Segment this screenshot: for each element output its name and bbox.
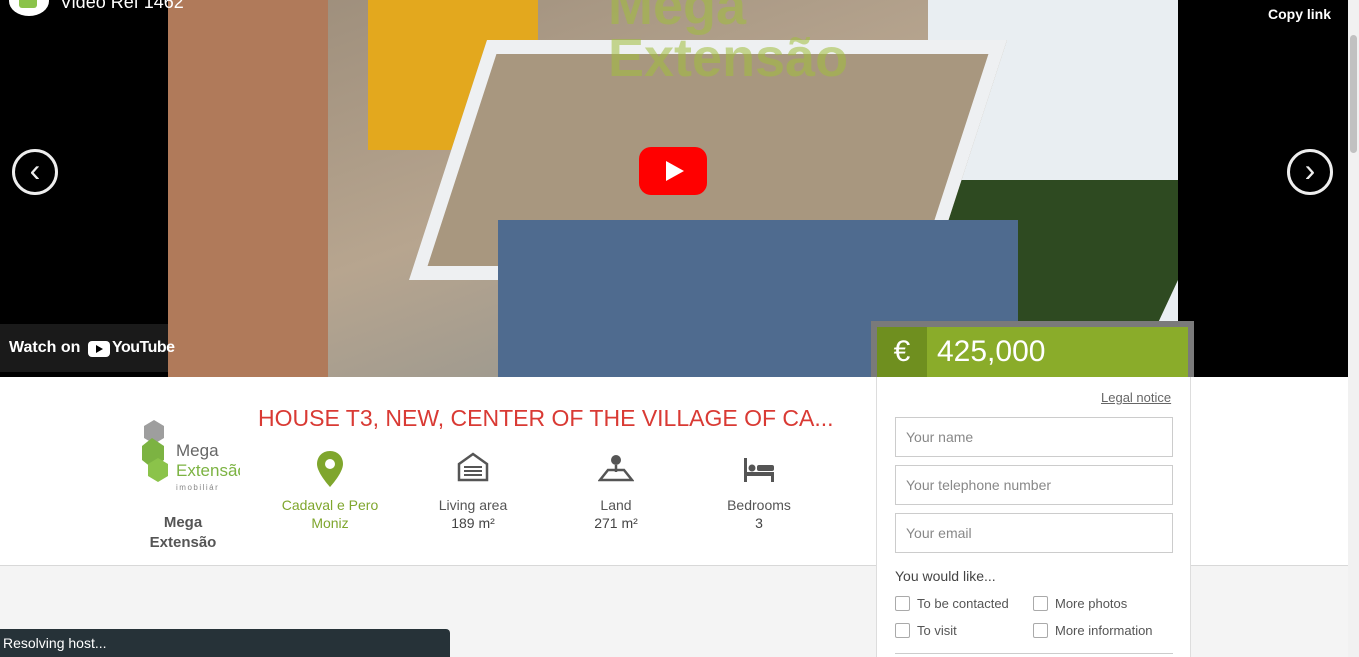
option-more-information[interactable]: More information [1033, 623, 1153, 638]
agency-logo[interactable]: Mega Extensão imobiliár [140, 418, 247, 498]
next-arrow-button[interactable]: › [1287, 149, 1333, 195]
price-bar: € 425,000 [871, 321, 1194, 377]
option-label: More information [1055, 623, 1153, 638]
video-title[interactable]: Video Ref 1462 [60, 0, 184, 13]
land-label: Land [600, 497, 632, 513]
option-to-be-contacted[interactable]: To be contacted [895, 596, 1009, 611]
youtube-wordmark: YouTube [112, 339, 175, 356]
bed-icon [744, 458, 774, 482]
browser-status-bar: Resolving host... [0, 629, 450, 657]
checkbox-icon[interactable] [895, 596, 910, 611]
telephone-input[interactable] [895, 465, 1173, 505]
chevron-left-icon: ‹ [29, 152, 41, 188]
logo-text-extensao: Extensão [176, 461, 240, 480]
channel-avatar[interactable] [9, 0, 49, 16]
feature-location[interactable]: Cadaval e Pero Moniz [270, 450, 390, 532]
option-to-visit[interactable]: To visit [895, 623, 957, 638]
option-label: More photos [1055, 596, 1128, 611]
bedrooms-label: Bedrooms [727, 497, 791, 513]
page-scrollbar[interactable] [1348, 0, 1359, 657]
checkbox-icon[interactable] [1033, 623, 1048, 638]
garage-icon [457, 452, 489, 482]
chevron-right-icon: › [1304, 152, 1316, 188]
land-value: 271 m² [594, 515, 638, 531]
frame-wall-left [168, 0, 328, 377]
listing-title: HOUSE T3, NEW, CENTER OF THE VILLAGE OF … [258, 405, 834, 431]
name-input[interactable] [895, 417, 1173, 457]
logo-text-imobiliaria: imobiliár [176, 483, 219, 492]
youtube-play-icon [88, 341, 110, 357]
email-input[interactable] [895, 513, 1173, 553]
contact-form: Legal notice You would like... To be con… [876, 377, 1191, 657]
play-button[interactable] [639, 147, 707, 195]
watermark-line2: Extensão [608, 28, 849, 88]
map-pin-icon [317, 451, 343, 487]
scrollbar-thumb[interactable] [1350, 35, 1357, 153]
next-field-edge [895, 653, 1173, 657]
feature-bedrooms: Bedrooms 3 [699, 450, 819, 532]
checkbox-icon[interactable] [1033, 596, 1048, 611]
logo-text-mega: Mega [176, 441, 219, 460]
legal-notice-link[interactable]: Legal notice [1101, 390, 1171, 405]
previous-arrow-button[interactable]: ‹ [12, 149, 58, 195]
option-more-photos[interactable]: More photos [1033, 596, 1127, 611]
watch-on-youtube-button[interactable]: Watch on YouTube [0, 324, 175, 372]
watch-on-label: Watch on [9, 339, 81, 356]
video-watermark: Mega Extensão [608, 0, 849, 88]
would-like-label: You would like... [895, 568, 996, 584]
copy-link-button[interactable]: Copy link [1268, 6, 1331, 22]
option-label: To be contacted [917, 596, 1009, 611]
bedrooms-value: 3 [755, 515, 763, 531]
living-area-value: 189 m² [451, 515, 495, 531]
feature-living-area: Living area 189 m² [413, 450, 533, 532]
feature-land: Land 271 m² [556, 450, 676, 532]
checkbox-icon[interactable] [895, 623, 910, 638]
agency-name[interactable]: Mega Extensão [133, 513, 233, 553]
price-amount: 425,000 [937, 335, 1046, 368]
land-icon [598, 455, 634, 482]
euro-icon: € [877, 327, 927, 377]
living-area-label: Living area [438, 497, 508, 513]
location-label: Cadaval e Pero Moniz [281, 497, 379, 531]
option-label: To visit [917, 623, 957, 638]
